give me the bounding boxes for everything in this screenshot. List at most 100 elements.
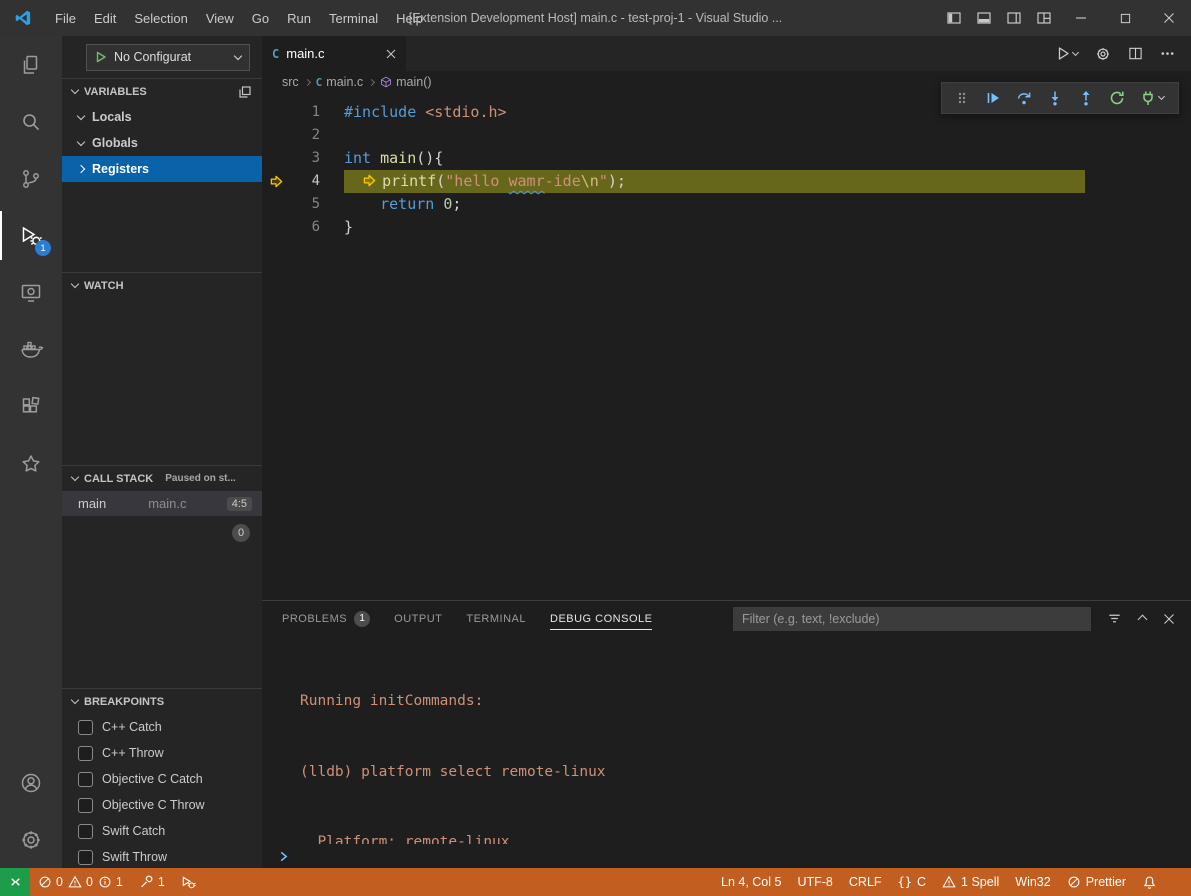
activity-docker[interactable] <box>0 321 62 378</box>
activity-extensions[interactable] <box>0 378 62 435</box>
menu-go[interactable]: Go <box>243 6 278 31</box>
watch-header[interactable]: WATCH <box>62 272 262 298</box>
split-editor-button[interactable] <box>1128 46 1143 61</box>
checkbox[interactable] <box>78 720 93 735</box>
remote-indicator[interactable] <box>0 868 30 896</box>
call-stack-header[interactable]: CALL STACK Paused on st... <box>62 465 262 491</box>
activity-favorites[interactable] <box>0 435 62 492</box>
menu-terminal[interactable]: Terminal <box>320 6 387 31</box>
menu-view[interactable]: View <box>197 6 243 31</box>
run-or-debug-button[interactable] <box>1056 46 1078 61</box>
activity-explorer[interactable] <box>0 36 62 93</box>
breakpoint-cpp-throw[interactable]: C++ Throw <box>62 740 262 766</box>
maximize-panel-button[interactable] <box>1139 611 1146 626</box>
checkbox[interactable] <box>78 824 93 839</box>
disconnect-button[interactable] <box>1133 85 1173 111</box>
toolbar-drag-handle[interactable] <box>947 85 976 111</box>
close-panel-button[interactable] <box>1163 613 1175 625</box>
minimize-button[interactable] <box>1059 0 1103 36</box>
line-number[interactable]: 4 <box>290 170 320 193</box>
menu-file[interactable]: File <box>46 6 85 31</box>
debug-status[interactable] <box>173 868 204 896</box>
console-filter-input[interactable] <box>733 607 1091 631</box>
breakpoint-objc-throw[interactable]: Objective C Throw <box>62 792 262 818</box>
activity-accounts[interactable] <box>0 754 62 811</box>
code-editor[interactable]: 1 #include <stdio.h> 23 int main(){ 4 printf… <box>262 93 1191 600</box>
code-text[interactable]: printf("hello wamr-ide\n"); <box>344 170 1085 193</box>
menu-edit[interactable]: Edit <box>85 6 125 31</box>
current-line-arrow-icon[interactable] <box>262 170 290 193</box>
stack-frame-row[interactable]: main main.c 4:5 <box>62 491 262 516</box>
language-mode[interactable]: {} C <box>890 868 934 896</box>
line-number[interactable]: 5 <box>290 193 320 216</box>
variables-scope-globals[interactable]: Globals <box>62 130 262 156</box>
eol-indicator[interactable]: CRLF <box>841 868 890 896</box>
breakpoint-gutter[interactable] <box>262 147 290 170</box>
restart-button[interactable] <box>1102 85 1131 111</box>
tools-status[interactable]: 1 <box>131 868 173 896</box>
activity-run-and-debug[interactable]: 1 <box>0 207 62 264</box>
breakpoint-objc-catch[interactable]: Objective C Catch <box>62 766 262 792</box>
line-number[interactable]: 3 <box>290 147 320 170</box>
variables-scope-locals[interactable]: Locals <box>62 104 262 130</box>
problems-status[interactable]: 0 0 1 <box>30 868 131 896</box>
checkbox[interactable] <box>78 772 93 787</box>
collapse-all-button[interactable] <box>238 85 252 99</box>
breakpoint-gutter[interactable] <box>262 101 290 124</box>
step-out-button[interactable] <box>1071 85 1100 111</box>
checkbox[interactable] <box>78 746 93 761</box>
breakpoints-header[interactable]: BREAKPOINTS <box>62 688 262 714</box>
encoding-indicator[interactable]: UTF-8 <box>789 868 840 896</box>
menu-run[interactable]: Run <box>278 6 320 31</box>
breakpoint-gutter[interactable] <box>262 124 290 147</box>
customize-layout-button[interactable] <box>1029 0 1059 36</box>
line-number[interactable]: 6 <box>290 216 320 239</box>
toggle-panel-button[interactable] <box>969 0 999 36</box>
debug-config-dropdown[interactable]: No Configurat <box>86 44 250 71</box>
breakpoint-swift-catch[interactable]: Swift Catch <box>62 818 262 844</box>
debug-settings-button[interactable] <box>1095 46 1111 62</box>
notifications-button[interactable] <box>1134 868 1165 896</box>
activity-remote-explorer[interactable] <box>0 264 62 321</box>
continue-button[interactable] <box>978 85 1007 111</box>
maximize-button[interactable] <box>1103 0 1147 36</box>
line-number[interactable]: 2 <box>290 124 320 147</box>
tab-main-c[interactable]: C main.c <box>262 36 406 71</box>
breadcrumb-file[interactable]: C main.c <box>316 75 363 89</box>
code-text[interactable]: #include <stdio.h> <box>344 101 507 124</box>
code-text[interactable]: } <box>344 216 353 239</box>
activity-search[interactable] <box>0 93 62 150</box>
spell-checker-status[interactable]: 1 Spell <box>934 868 1007 896</box>
toggle-sidebar-button[interactable] <box>939 0 969 36</box>
filter-button[interactable] <box>1107 611 1122 626</box>
panel-tab-output[interactable]: OUTPUT <box>394 601 442 636</box>
tab-close-button[interactable] <box>386 49 396 59</box>
breakpoint-cpp-catch[interactable]: C++ Catch <box>62 714 262 740</box>
step-over-button[interactable] <box>1009 85 1038 111</box>
prettier-status[interactable]: Prettier <box>1059 868 1134 896</box>
breadcrumb-symbol[interactable]: main() <box>380 75 431 89</box>
breakpoint-gutter[interactable] <box>262 193 290 216</box>
close-window-button[interactable] <box>1147 0 1191 36</box>
console-input[interactable] <box>262 844 1191 868</box>
toggle-secondary-sidebar-button[interactable] <box>999 0 1029 36</box>
more-actions-button[interactable] <box>1160 46 1175 61</box>
line-number[interactable]: 1 <box>290 101 320 124</box>
debug-console-output[interactable]: Running initCommands: (lldb) platform se… <box>262 636 1191 844</box>
panel-tab-terminal[interactable]: TERMINAL <box>466 601 526 636</box>
checkbox[interactable] <box>78 850 93 865</box>
checkbox[interactable] <box>78 798 93 813</box>
cursor-position[interactable]: Ln 4, Col 5 <box>713 868 789 896</box>
code-text[interactable]: return 0; <box>344 193 461 216</box>
breadcrumb-folder[interactable]: src <box>282 75 299 89</box>
activity-settings[interactable] <box>0 811 62 868</box>
platform-indicator[interactable]: Win32 <box>1007 868 1058 896</box>
breakpoint-gutter[interactable] <box>262 216 290 239</box>
panel-tab-debug-console[interactable]: DEBUG CONSOLE <box>550 601 652 636</box>
code-text[interactable]: int main(){ <box>344 147 443 170</box>
activity-source-control[interactable] <box>0 150 62 207</box>
variables-header[interactable]: VARIABLES <box>62 78 262 104</box>
menu-selection[interactable]: Selection <box>125 6 196 31</box>
breakpoint-swift-throw[interactable]: Swift Throw <box>62 844 262 868</box>
variables-scope-registers[interactable]: Registers <box>62 156 262 182</box>
